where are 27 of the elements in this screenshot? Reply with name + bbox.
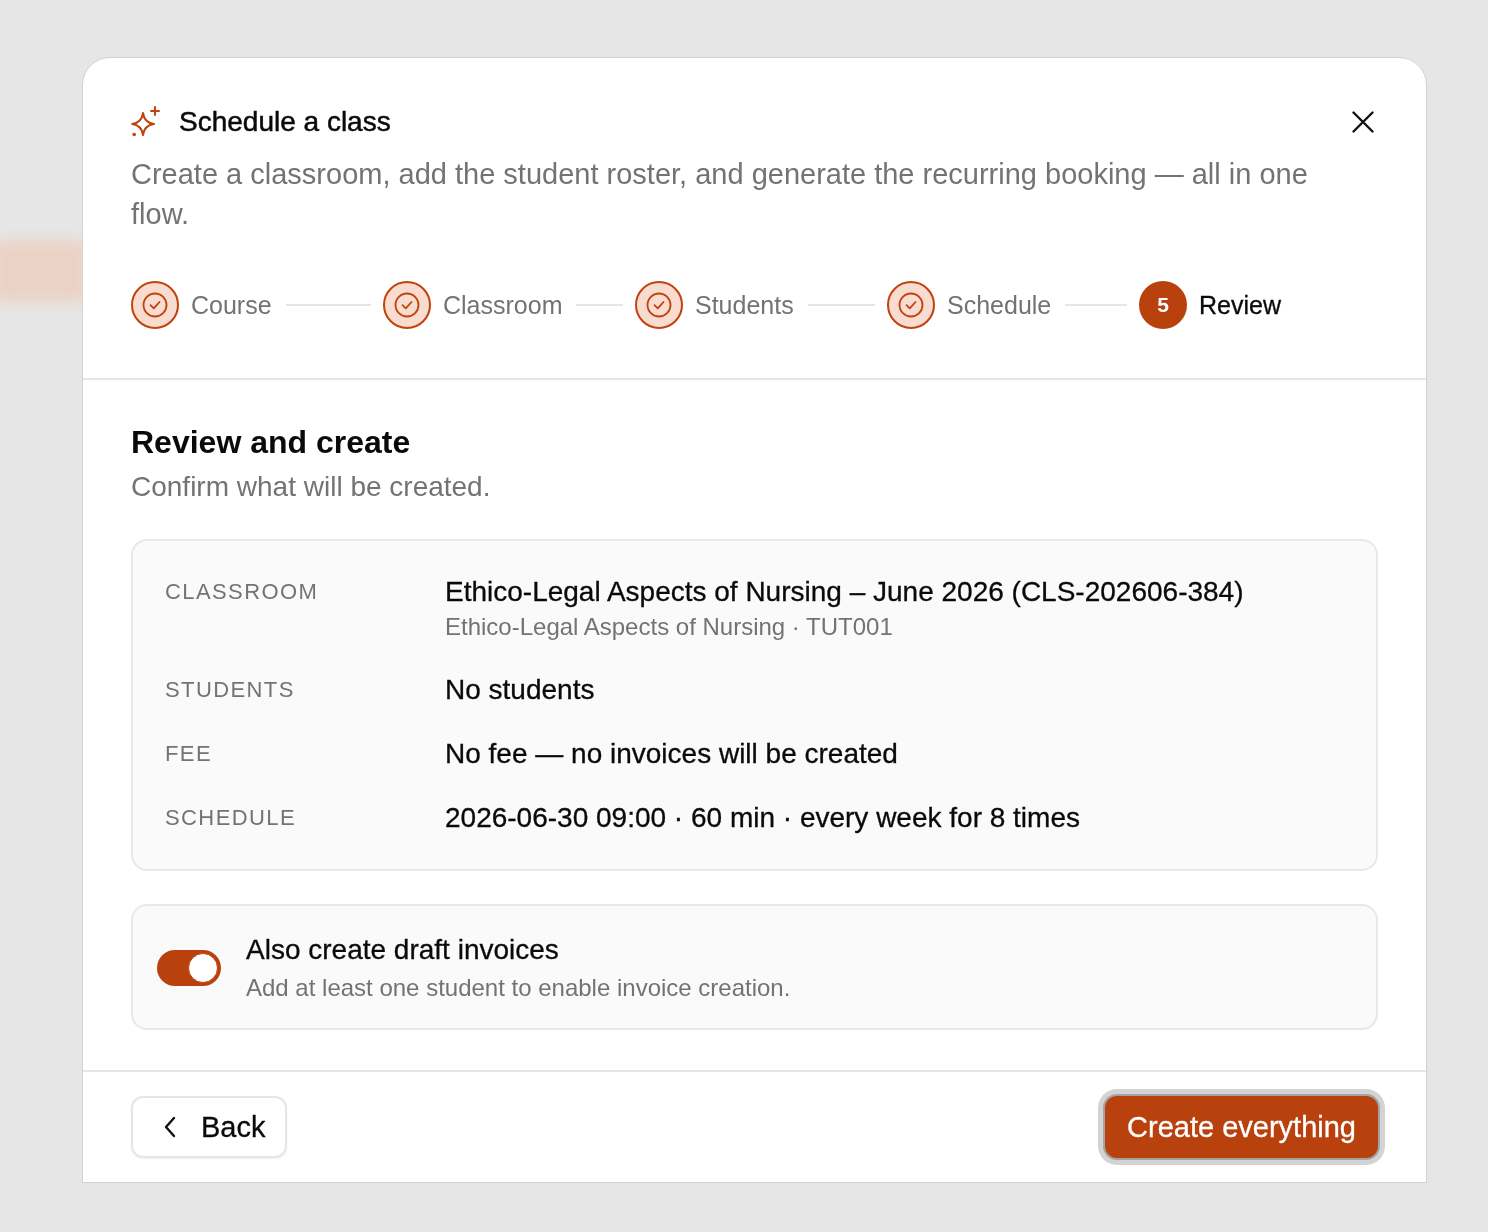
chevron-left-icon: [163, 1116, 177, 1138]
close-button[interactable]: [1352, 111, 1374, 133]
summary-value: 2026-06-30 09:00 · 60 min · every week for 8 times: [445, 801, 1080, 835]
dialog-title: Schedule a class: [179, 105, 391, 139]
section-heading: Review and create: [131, 423, 412, 462]
step-label: Review: [1199, 290, 1281, 321]
sparkle-icon: [131, 106, 161, 138]
summary-label: CLASSROOM: [165, 578, 319, 606]
step-label: Classroom: [443, 290, 563, 321]
dialog-description: Create a classroom, add the student roster, and generate the recurring booking — all in one flow.: [131, 157, 1309, 232]
option-hint: Add at least one student to enable invoice creation.: [246, 973, 791, 1003]
step-label: Students: [695, 290, 794, 321]
summary-detail: Ethico-Legal Aspects of Nursing · TUT001: [445, 612, 893, 642]
toggle-switch[interactable]: [157, 950, 221, 986]
summary-value: Ethico-Legal Aspects of Nursing – June 2026 (CLS-202606-384): [445, 575, 1244, 609]
summary-value: No fee — no invoices will be created: [445, 737, 898, 771]
summary-value: No students: [445, 673, 595, 707]
summary-label: STUDENTS: [165, 676, 295, 704]
option-title: Also create draft invoices: [246, 933, 559, 967]
summary-label: SCHEDULE: [165, 804, 296, 832]
step-label: Course: [191, 290, 272, 321]
step-label: Schedule: [947, 290, 1052, 321]
summary-label: FEE: [165, 740, 212, 768]
section-subheading: Confirm what will be created.: [131, 470, 492, 504]
close-icon: [1352, 111, 1374, 133]
step-number: 5: [1139, 281, 1187, 329]
back-button[interactable]: Back: [131, 1096, 288, 1158]
